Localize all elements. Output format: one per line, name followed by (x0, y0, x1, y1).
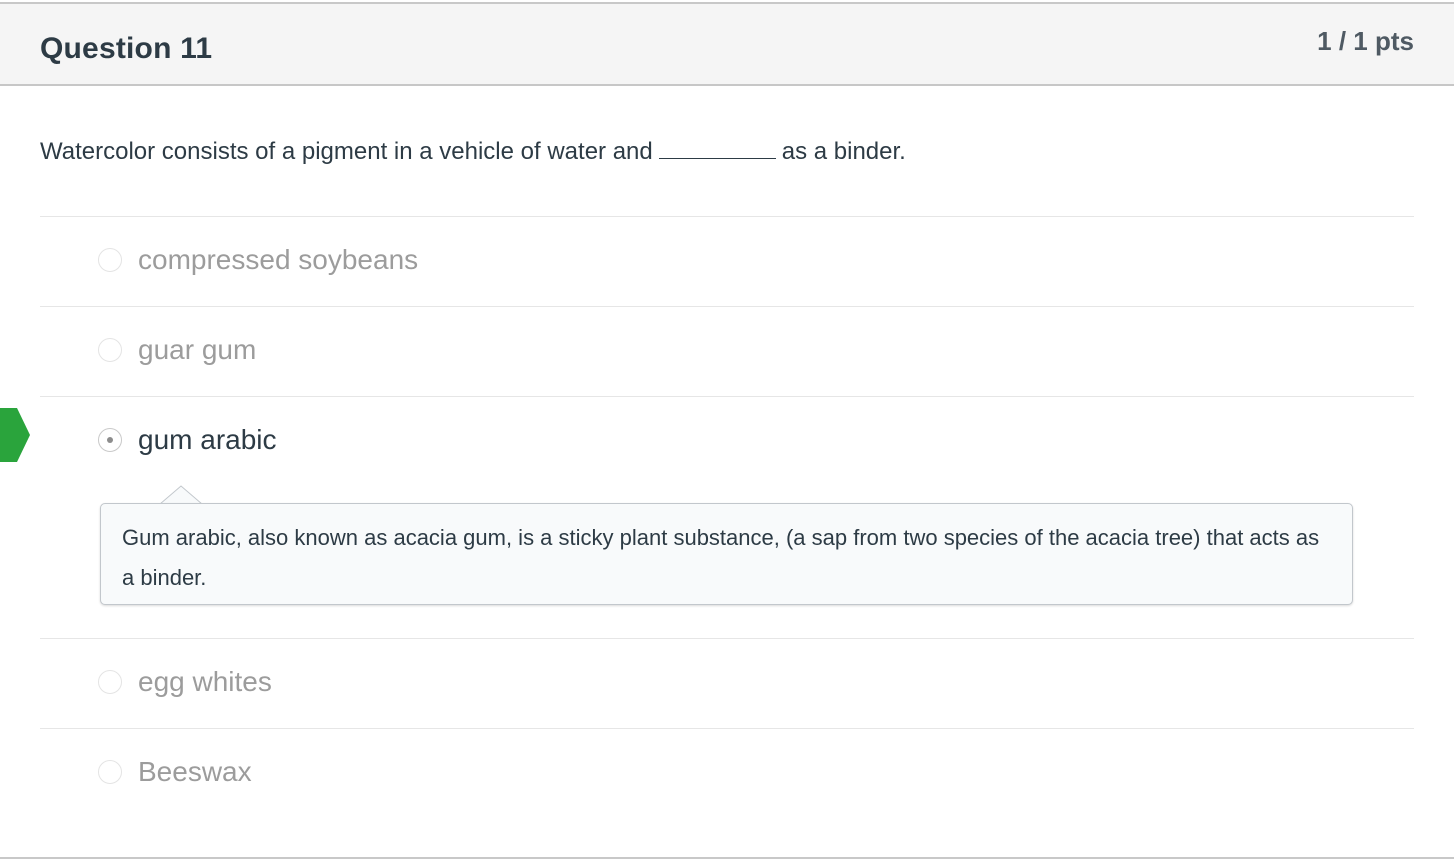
answer-radio[interactable] (98, 670, 122, 694)
quiz-question-page: Question 11 1 / 1 pts Watercolor consist… (0, 0, 1454, 862)
answer-radio[interactable] (98, 248, 122, 272)
question-blank (658, 140, 776, 159)
answer-label: gum arabic (138, 424, 277, 455)
answer-option[interactable]: egg whites (40, 639, 1414, 728)
answer-option-selected[interactable]: gum arabic (40, 397, 1414, 486)
answer-option[interactable]: compressed soybeans (40, 217, 1414, 306)
answer-label: egg whites (138, 666, 272, 697)
answer-radio-selected[interactable] (98, 428, 122, 452)
comment-pointer-icon (160, 485, 202, 505)
question-title: Question 11 (40, 32, 213, 65)
answer-comment-box: Gum arabic, also known as acacia gum, is… (100, 503, 1353, 605)
answer-comment-text: Gum arabic, also known as acacia gum, is… (122, 525, 1320, 590)
question-points: 1 / 1 pts (1317, 26, 1414, 56)
question-text-after: as a binder. (781, 138, 906, 165)
answer-option[interactable]: Beeswax (40, 729, 1414, 818)
answer-radio[interactable] (98, 338, 122, 362)
answer-label: guar gum (138, 334, 257, 365)
question-header: Question 11 1 / 1 pts (0, 4, 1454, 86)
bottom-border (0, 857, 1454, 859)
answer-option[interactable]: guar gum (40, 307, 1414, 396)
question-text: Watercolor consists of a pigment in a ve… (40, 138, 906, 166)
answer-label: Beeswax (138, 756, 252, 787)
answer-label: compressed soybeans (138, 244, 419, 275)
correct-answer-arrow-icon (0, 408, 30, 462)
answer-radio[interactable] (98, 760, 122, 784)
question-text-before: Watercolor consists of a pigment in a ve… (40, 138, 653, 165)
radio-dot-icon (107, 437, 113, 443)
